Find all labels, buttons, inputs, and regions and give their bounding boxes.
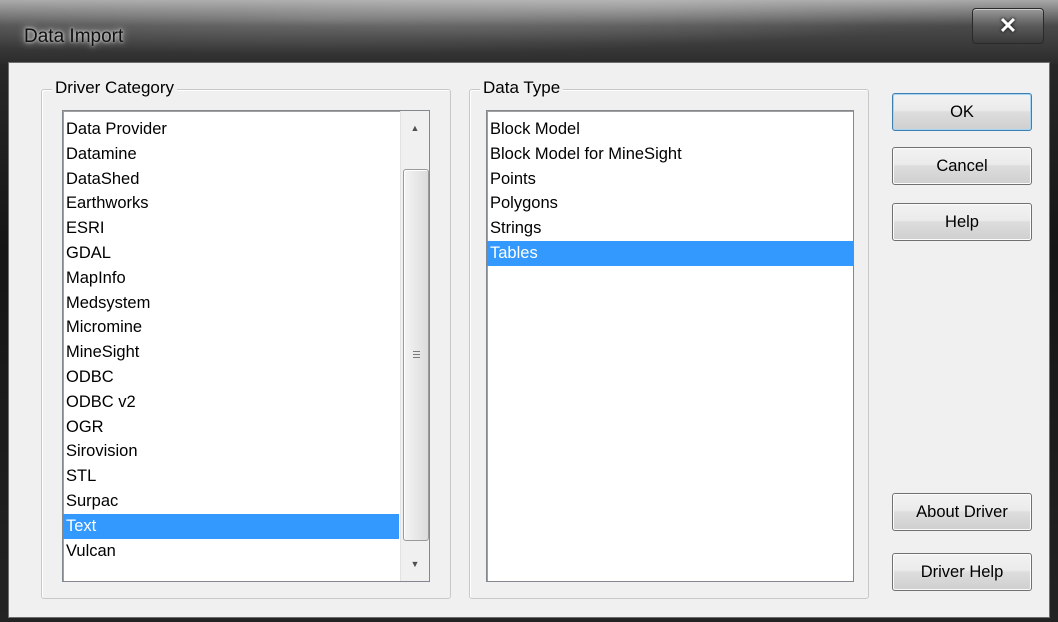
driver-category-group: Driver Category Data Provider Datamine Dat… [41, 78, 451, 599]
about-driver-button[interactable]: About Driver [892, 493, 1032, 531]
list-item[interactable]: Datamine [63, 142, 399, 167]
list-item[interactable]: Vulcan [63, 539, 399, 564]
list-item[interactable]: ODBC v2 [63, 390, 399, 415]
list-item[interactable]: Data Provider [63, 117, 399, 142]
list-item[interactable]: Sirovision [63, 439, 399, 464]
list-item[interactable]: Block Model [487, 117, 853, 142]
list-item[interactable]: Earthworks [63, 191, 399, 216]
window-title: Data Import [24, 26, 124, 47]
ok-button[interactable]: OK [892, 93, 1032, 131]
list-item[interactable]: MineSight [63, 340, 399, 365]
help-button[interactable]: Help [892, 203, 1032, 241]
list-item[interactable]: ESRI [63, 216, 399, 241]
list-item[interactable]: STL [63, 464, 399, 489]
list-item[interactable]: Strings [487, 216, 853, 241]
list-item[interactable]: Tables [487, 240, 853, 266]
close-icon: ✕ [998, 13, 1018, 38]
list-item[interactable]: Block Model for MineSight [487, 142, 853, 167]
grip-icon [412, 350, 420, 360]
scroll-thumb[interactable] [403, 169, 429, 541]
cancel-button[interactable]: Cancel [892, 147, 1032, 185]
driver-category-scrollbar[interactable]: ▲ ▼ [400, 111, 429, 581]
list-item[interactable]: ODBC [63, 365, 399, 390]
driver-category-list[interactable]: Data Provider Datamine DataShed Earthworks E… [62, 110, 430, 582]
close-button[interactable]: ✕ [972, 8, 1044, 44]
data-type-list[interactable]: Block Model Block Model for MineSight Poin… [486, 110, 854, 582]
dialog-body: Driver Category Data Provider Datamine Dat… [8, 62, 1050, 618]
list-item[interactable]: OGR [63, 415, 399, 440]
list-item[interactable]: MapInfo [63, 266, 399, 291]
driver-category-label: Driver Category [52, 78, 178, 98]
list-item[interactable]: Micromine [63, 315, 399, 340]
data-type-label: Data Type [480, 78, 564, 98]
list-item[interactable]: Points [487, 167, 853, 192]
data-import-window: Data Import ✕ Driver Category Data Provi… [0, 0, 1058, 622]
scroll-up-icon[interactable]: ▲ [401, 115, 429, 141]
scroll-down-icon[interactable]: ▼ [401, 551, 429, 577]
list-item[interactable]: Text [63, 513, 399, 539]
list-item[interactable]: Polygons [487, 191, 853, 216]
list-item[interactable]: GDAL [63, 241, 399, 266]
list-item[interactable]: Medsystem [63, 291, 399, 316]
title-bar[interactable]: Data Import ✕ [0, 0, 1058, 60]
data-type-group: Data Type Block Model Block Model for Min… [469, 78, 869, 599]
list-item[interactable]: Surpac [63, 489, 399, 514]
list-item[interactable]: DataShed [63, 167, 399, 192]
driver-help-button[interactable]: Driver Help [892, 553, 1032, 591]
